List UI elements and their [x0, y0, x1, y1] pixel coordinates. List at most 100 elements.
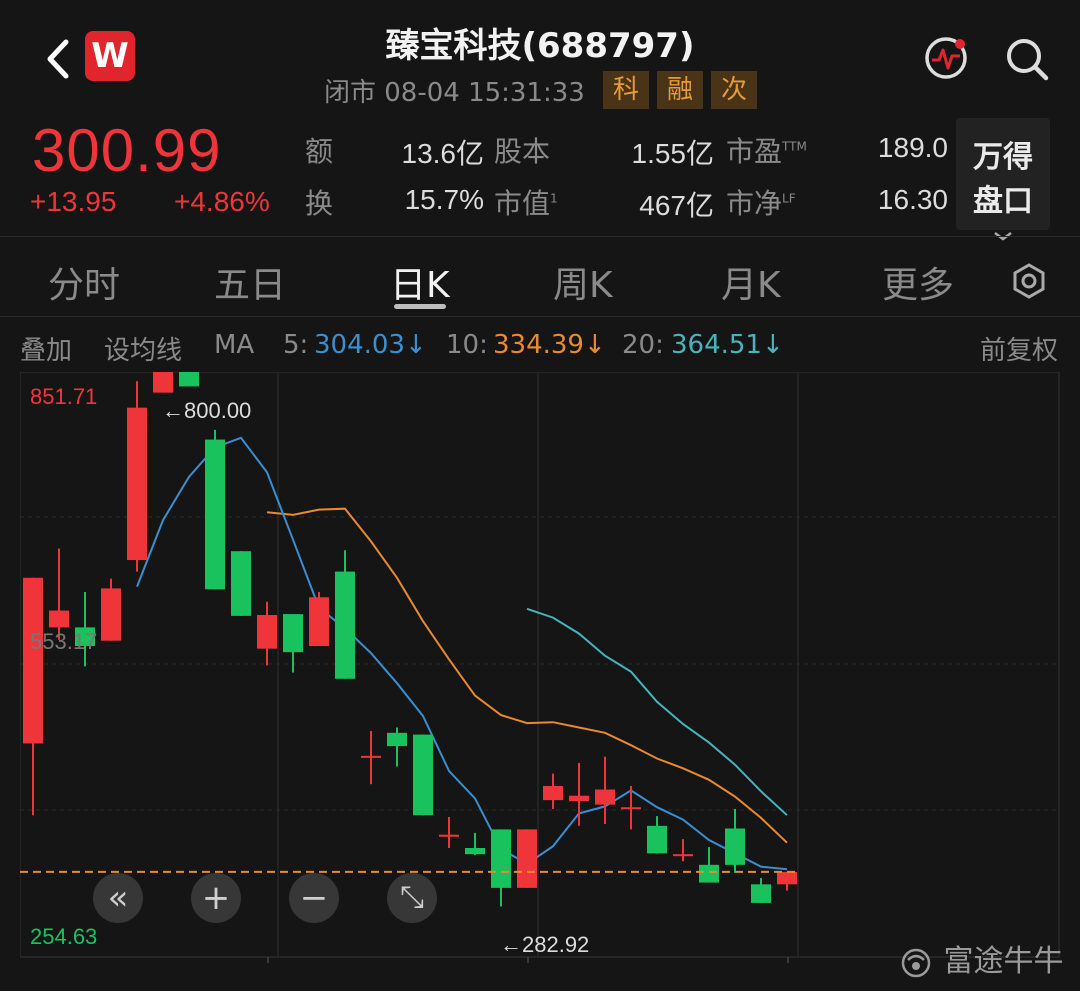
- candle: [621, 785, 641, 830]
- candle: [257, 601, 277, 666]
- chevron-down-icon: [956, 216, 1050, 251]
- candle: [387, 727, 407, 767]
- futu-watermark: 富途牛牛: [898, 936, 1064, 980]
- fullscreen-button[interactable]: ⤡: [387, 873, 437, 923]
- candle: [647, 816, 667, 854]
- ma20-line: [526, 607, 788, 816]
- stat-label-turnover-rate: 换: [305, 187, 334, 220]
- candle: [569, 762, 589, 826]
- candle-body: [699, 864, 719, 883]
- candle-body: [23, 577, 43, 744]
- low-price-marker: ←282.92: [500, 932, 589, 957]
- candle-body: [543, 785, 563, 801]
- tab-monthly-k[interactable]: 月K: [721, 256, 781, 308]
- divider: [0, 236, 1080, 237]
- candle-body: [595, 789, 615, 805]
- stat-value-market-cap: 467亿: [639, 190, 714, 221]
- candle: [23, 577, 43, 816]
- candle: [179, 372, 199, 387]
- candle: [335, 550, 355, 679]
- candle-body: [387, 732, 407, 747]
- chart-settings-icon[interactable]: [1010, 262, 1048, 300]
- divider: [0, 316, 1080, 317]
- candle-body: [439, 834, 459, 837]
- stat-value-share-capital: 1.55亿: [631, 138, 715, 169]
- tab-intraday[interactable]: 分时: [48, 256, 120, 308]
- candle: [49, 548, 69, 640]
- search-icon[interactable]: [1004, 36, 1050, 82]
- candle-body: [491, 829, 511, 888]
- y-axis-top-label: 851.71: [30, 384, 97, 409]
- tab-more[interactable]: 更多: [882, 256, 954, 308]
- candle: [231, 551, 251, 616]
- candlestick-chart[interactable]: 851.71 553.17 254.63 ←800.00 ←282.92 2026-06-…: [20, 372, 1060, 972]
- zoom-in-button[interactable]: +: [191, 873, 241, 923]
- stock-title: 臻宝科技(688797): [385, 26, 695, 66]
- stat-value-turnover-amount: 13.6亿: [401, 138, 485, 169]
- candle: [439, 816, 459, 848]
- candle: [751, 878, 771, 903]
- candle: [673, 839, 693, 862]
- candle-body: [153, 372, 173, 393]
- price-change-pct: +4.86%: [174, 186, 270, 217]
- stat-value-turnover-rate: 15.7%: [404, 184, 484, 215]
- ma20-label: 20:: [622, 330, 664, 360]
- candle-body: [283, 614, 303, 653]
- high-price-marker: ←800.00: [162, 398, 251, 423]
- scroll-left-button[interactable]: «: [93, 873, 143, 923]
- wind-orderbook-button[interactable]: 万得 盘口: [956, 118, 1050, 241]
- watermark-text: 富途牛牛: [943, 944, 1064, 979]
- market-status: 闭市 08-04 15:31:33: [324, 78, 585, 108]
- candle: [777, 871, 797, 891]
- candle: [699, 847, 719, 883]
- ma5-value: 304.03↓: [314, 330, 427, 360]
- candle-body: [205, 439, 225, 590]
- candle-body: [361, 755, 381, 758]
- last-price: 300.99: [32, 117, 222, 184]
- candle: [361, 731, 381, 785]
- candle: [101, 578, 121, 641]
- active-tab-indicator: [394, 304, 446, 309]
- stat-value-pe: 189.0: [877, 132, 948, 163]
- candle-body: [465, 847, 485, 855]
- ma10-value: 334.39↓: [493, 330, 606, 360]
- candle: [595, 756, 615, 825]
- y-axis-mid-label: 553.17: [30, 629, 97, 654]
- wind-button-line2: 盘口: [973, 184, 1033, 219]
- candle: [517, 829, 537, 888]
- bull-logo-icon: [898, 948, 934, 978]
- candle: [465, 832, 485, 856]
- tag-sub-new: 次: [711, 71, 757, 109]
- pulse-alert-icon[interactable]: [924, 36, 968, 80]
- ma20-value: 364.51↓: [671, 330, 784, 360]
- candle: [309, 591, 329, 646]
- candle: [127, 381, 147, 572]
- tab-daily-k[interactable]: 日K: [390, 256, 450, 308]
- candle-body: [127, 407, 147, 561]
- zoom-out-button[interactable]: −: [289, 873, 339, 923]
- candle: [543, 773, 563, 810]
- candle-body: [569, 795, 589, 802]
- candle-body: [647, 825, 667, 854]
- ma5-label: 5:: [283, 330, 309, 360]
- candle-body: [725, 828, 745, 865]
- overlay-button[interactable]: 叠加: [20, 330, 72, 367]
- candle-body: [49, 610, 69, 628]
- stat-label-turnover-amount: 额: [305, 135, 334, 168]
- candle: [153, 372, 173, 393]
- candle-body: [257, 614, 277, 649]
- stat-label-share-capital: 股本: [494, 135, 551, 168]
- set-ma-button[interactable]: 设均线: [104, 330, 182, 367]
- candle-body: [335, 571, 355, 679]
- candle: [413, 734, 433, 816]
- tab-weekly-k[interactable]: 周K: [553, 256, 613, 308]
- tab-five-day[interactable]: 五日: [214, 256, 286, 308]
- candle: [725, 809, 745, 873]
- candle-body: [777, 871, 797, 885]
- candle: [491, 829, 511, 907]
- candle-body: [517, 829, 537, 888]
- price-adjust-button[interactable]: 前复权: [980, 330, 1058, 367]
- candle-body: [673, 854, 693, 857]
- candle-body: [413, 734, 433, 816]
- ma-label: MA: [214, 330, 255, 360]
